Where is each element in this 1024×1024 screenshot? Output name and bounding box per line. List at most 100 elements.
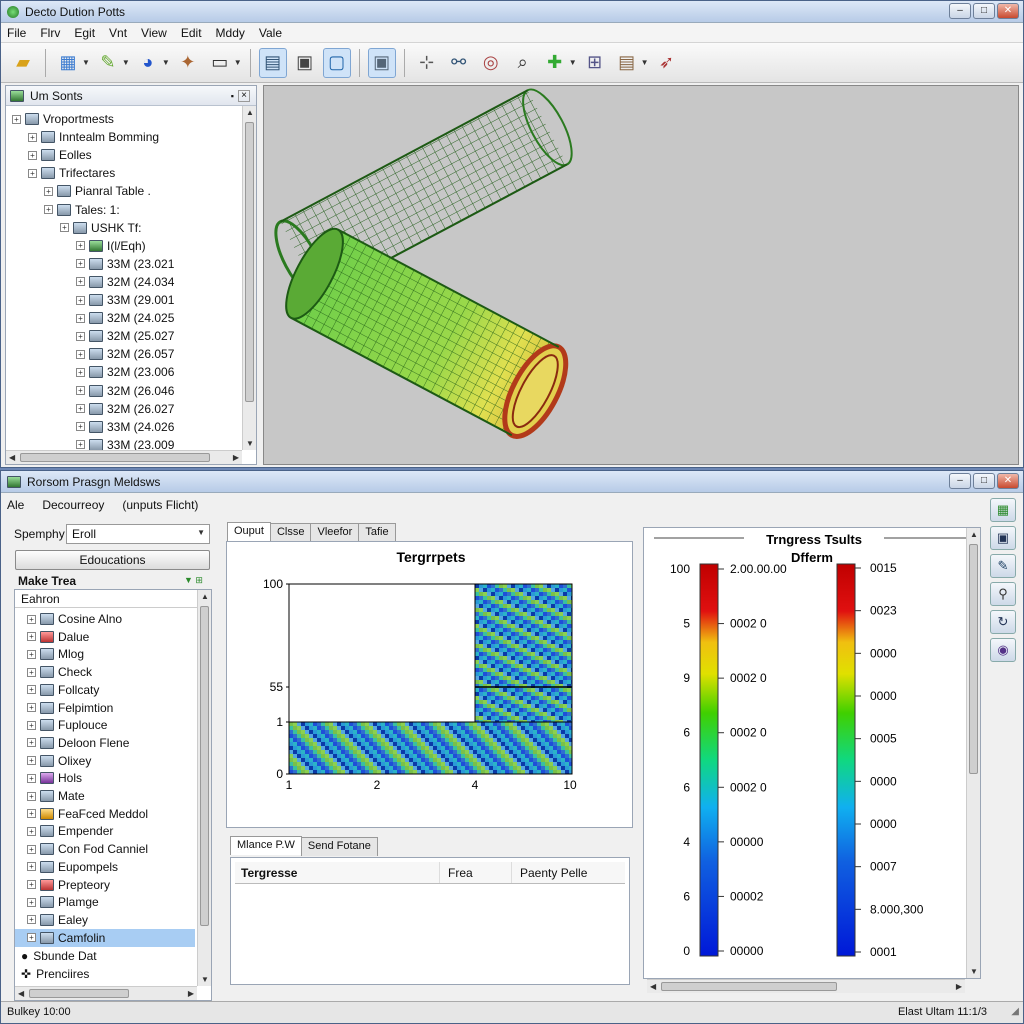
list-item[interactable]: ● Sbunde Dat — [21, 949, 97, 963]
scroll-down-icon[interactable]: ▼ — [201, 975, 209, 984]
scroll-right-icon[interactable]: ▶ — [956, 982, 962, 991]
expand-toggle-icon[interactable]: + — [76, 367, 85, 377]
dropdown-arrow-icon[interactable]: ▼ — [82, 58, 90, 67]
panel-pin-icon[interactable]: ▪ — [231, 91, 234, 101]
pen-icon[interactable]: ✎ — [990, 554, 1016, 578]
list-item[interactable]: + Olixey — [27, 752, 91, 770]
image-frame-icon[interactable]: ▢ — [322, 47, 351, 78]
tree-item[interactable]: + Eolles — [28, 146, 92, 164]
tab-clsse[interactable]: Clsse — [269, 523, 312, 542]
list-item[interactable]: + Mate — [27, 787, 85, 805]
link-icon[interactable]: ⚯ — [445, 48, 473, 78]
scroll-thumb[interactable] — [20, 453, 210, 462]
minimize-button[interactable]: – — [949, 3, 971, 19]
scroll-thumb[interactable] — [200, 606, 209, 926]
menu-vale[interactable]: Vale — [259, 26, 282, 40]
list-horizontal-scrollbar[interactable]: ◀ ▶ — [15, 986, 197, 1000]
tree-item[interactable]: +33M (23.021 — [76, 255, 174, 273]
expand-toggle-icon[interactable]: + — [28, 150, 37, 160]
list-item[interactable]: + Deloon Flene — [27, 734, 129, 752]
expand-toggle-icon[interactable]: + — [76, 349, 85, 359]
refresh-icon[interactable]: ↻ — [990, 610, 1016, 634]
tab-send-fotane[interactable]: Send Fotane — [300, 837, 378, 856]
scroll-left-icon[interactable]: ◀ — [18, 989, 24, 998]
tree-item[interactable]: +33M (24.026 — [76, 418, 174, 436]
educations-button[interactable]: Edoucations — [15, 550, 210, 570]
list-item[interactable]: ✜ Prenciires — [21, 967, 89, 981]
tree-item[interactable]: +33M (29.001 — [76, 291, 174, 309]
expand-toggle-icon[interactable]: + — [44, 186, 53, 196]
report-icon[interactable]: ▤ — [258, 47, 287, 78]
tree-item[interactable]: +32M (24.034 — [76, 273, 174, 291]
expand-toggle-icon[interactable]: + — [27, 933, 36, 943]
expand-toggle-icon[interactable]: + — [44, 205, 53, 214]
scroll-up-icon[interactable]: ▲ — [970, 530, 978, 539]
rocket-icon[interactable]: ➶ — [653, 48, 681, 78]
help-icon[interactable]: ◉ — [990, 638, 1016, 662]
expand-toggle-icon[interactable]: + — [76, 295, 85, 305]
tree-horizontal-scrollbar[interactable]: ◀ ▶ — [6, 450, 242, 464]
tree-item[interactable]: +32M (26.057 — [76, 345, 174, 363]
list-vertical-scrollbar[interactable]: ▲ ▼ — [197, 590, 211, 986]
list-item[interactable]: + Mlog — [27, 645, 84, 663]
expand-toggle-icon[interactable]: + — [27, 756, 36, 766]
expand-toggle-icon[interactable]: + — [27, 738, 36, 748]
tree-item[interactable]: + Vroportmests — [12, 110, 114, 128]
tree-item[interactable]: +32M (26.027 — [76, 400, 174, 418]
expand-toggle-icon[interactable]: + — [76, 440, 85, 450]
expand-toggle-icon[interactable]: + — [28, 132, 37, 142]
tree-item[interactable]: + I(l/Eqh) — [76, 237, 146, 255]
column-header[interactable]: Tergresse — [235, 862, 440, 883]
tree-item[interactable]: + Inntealm Bomming — [28, 128, 159, 146]
expand-toggle-icon[interactable]: + — [76, 331, 85, 341]
tree-item[interactable]: +32M (24.025 — [76, 309, 174, 327]
scroll-thumb[interactable] — [661, 982, 837, 991]
dropdown-arrow-icon[interactable]: ▼ — [641, 58, 649, 67]
scroll-down-icon[interactable]: ▼ — [970, 967, 978, 976]
tab-mlance[interactable]: Mlance P.W — [230, 836, 302, 855]
expand-toggle-icon[interactable]: + — [27, 632, 36, 642]
folder-open-icon[interactable]: ▰ — [9, 48, 37, 78]
menu-egit[interactable]: Egit — [74, 26, 95, 40]
expand-toggle-icon[interactable]: + — [12, 114, 21, 124]
monitor-icon[interactable]: ▭ — [206, 48, 234, 78]
tab-vleefor[interactable]: Vleefor — [310, 523, 360, 542]
expand-toggle-icon[interactable]: + — [27, 862, 36, 872]
brush-icon[interactable]: ✎ — [94, 48, 122, 78]
tree-item[interactable]: + Tales: 1: — [44, 201, 120, 219]
list-item[interactable]: + Dalue — [27, 628, 89, 646]
zoom-target-icon[interactable]: ◎ — [477, 48, 505, 78]
expand-toggle-icon[interactable]: + — [27, 809, 36, 819]
close-button[interactable]: ✕ — [997, 3, 1019, 19]
tree-item[interactable]: +32M (25.027 — [76, 327, 174, 345]
scroll-thumb[interactable] — [969, 544, 978, 774]
map-icon[interactable]: ▦ — [990, 498, 1016, 522]
column-header[interactable]: Frea — [440, 862, 512, 883]
window-icon[interactable]: ▣ — [990, 526, 1016, 550]
list-item[interactable]: + Hols — [27, 769, 82, 787]
axis-icon[interactable]: ⊹ — [413, 48, 441, 78]
expand-toggle-icon[interactable]: + — [27, 844, 36, 854]
tree-vertical-scrollbar[interactable]: ▲ ▼ — [242, 106, 256, 450]
list-item[interactable]: + Ealey — [27, 911, 88, 929]
section-expand-icon[interactable]: ▼ ⊞ — [184, 575, 203, 586]
expand-toggle-icon[interactable]: + — [76, 277, 85, 287]
scroll-left-icon[interactable]: ◀ — [9, 453, 15, 462]
expand-toggle-icon[interactable]: + — [27, 773, 36, 783]
legend-horizontal-scrollbar[interactable]: ◀ ▶ — [647, 979, 965, 993]
expand-toggle-icon[interactable]: + — [27, 897, 36, 907]
table-tool-icon[interactable]: ▦ — [54, 48, 82, 78]
3d-viewport[interactable] — [263, 85, 1019, 465]
menu-unputs-flicht[interactable]: (unputs Flicht) — [122, 498, 198, 512]
grid-icon[interactable]: ⊞ — [581, 48, 609, 78]
globe-icon[interactable]: ◕ — [134, 48, 162, 78]
list-item[interactable]: + Fuplouce — [27, 716, 107, 734]
list-item[interactable]: + Camfolin — [15, 928, 195, 947]
list-item[interactable]: + Empender — [27, 822, 113, 840]
specify-combo[interactable]: Eroll — [66, 524, 210, 544]
menu-mddy[interactable]: Mddy — [216, 26, 245, 40]
tree-item[interactable]: +32M (23.006 — [76, 363, 174, 381]
menu-edit[interactable]: Edit — [181, 26, 202, 40]
expand-toggle-icon[interactable]: + — [27, 880, 36, 889]
scroll-thumb[interactable] — [29, 989, 129, 998]
